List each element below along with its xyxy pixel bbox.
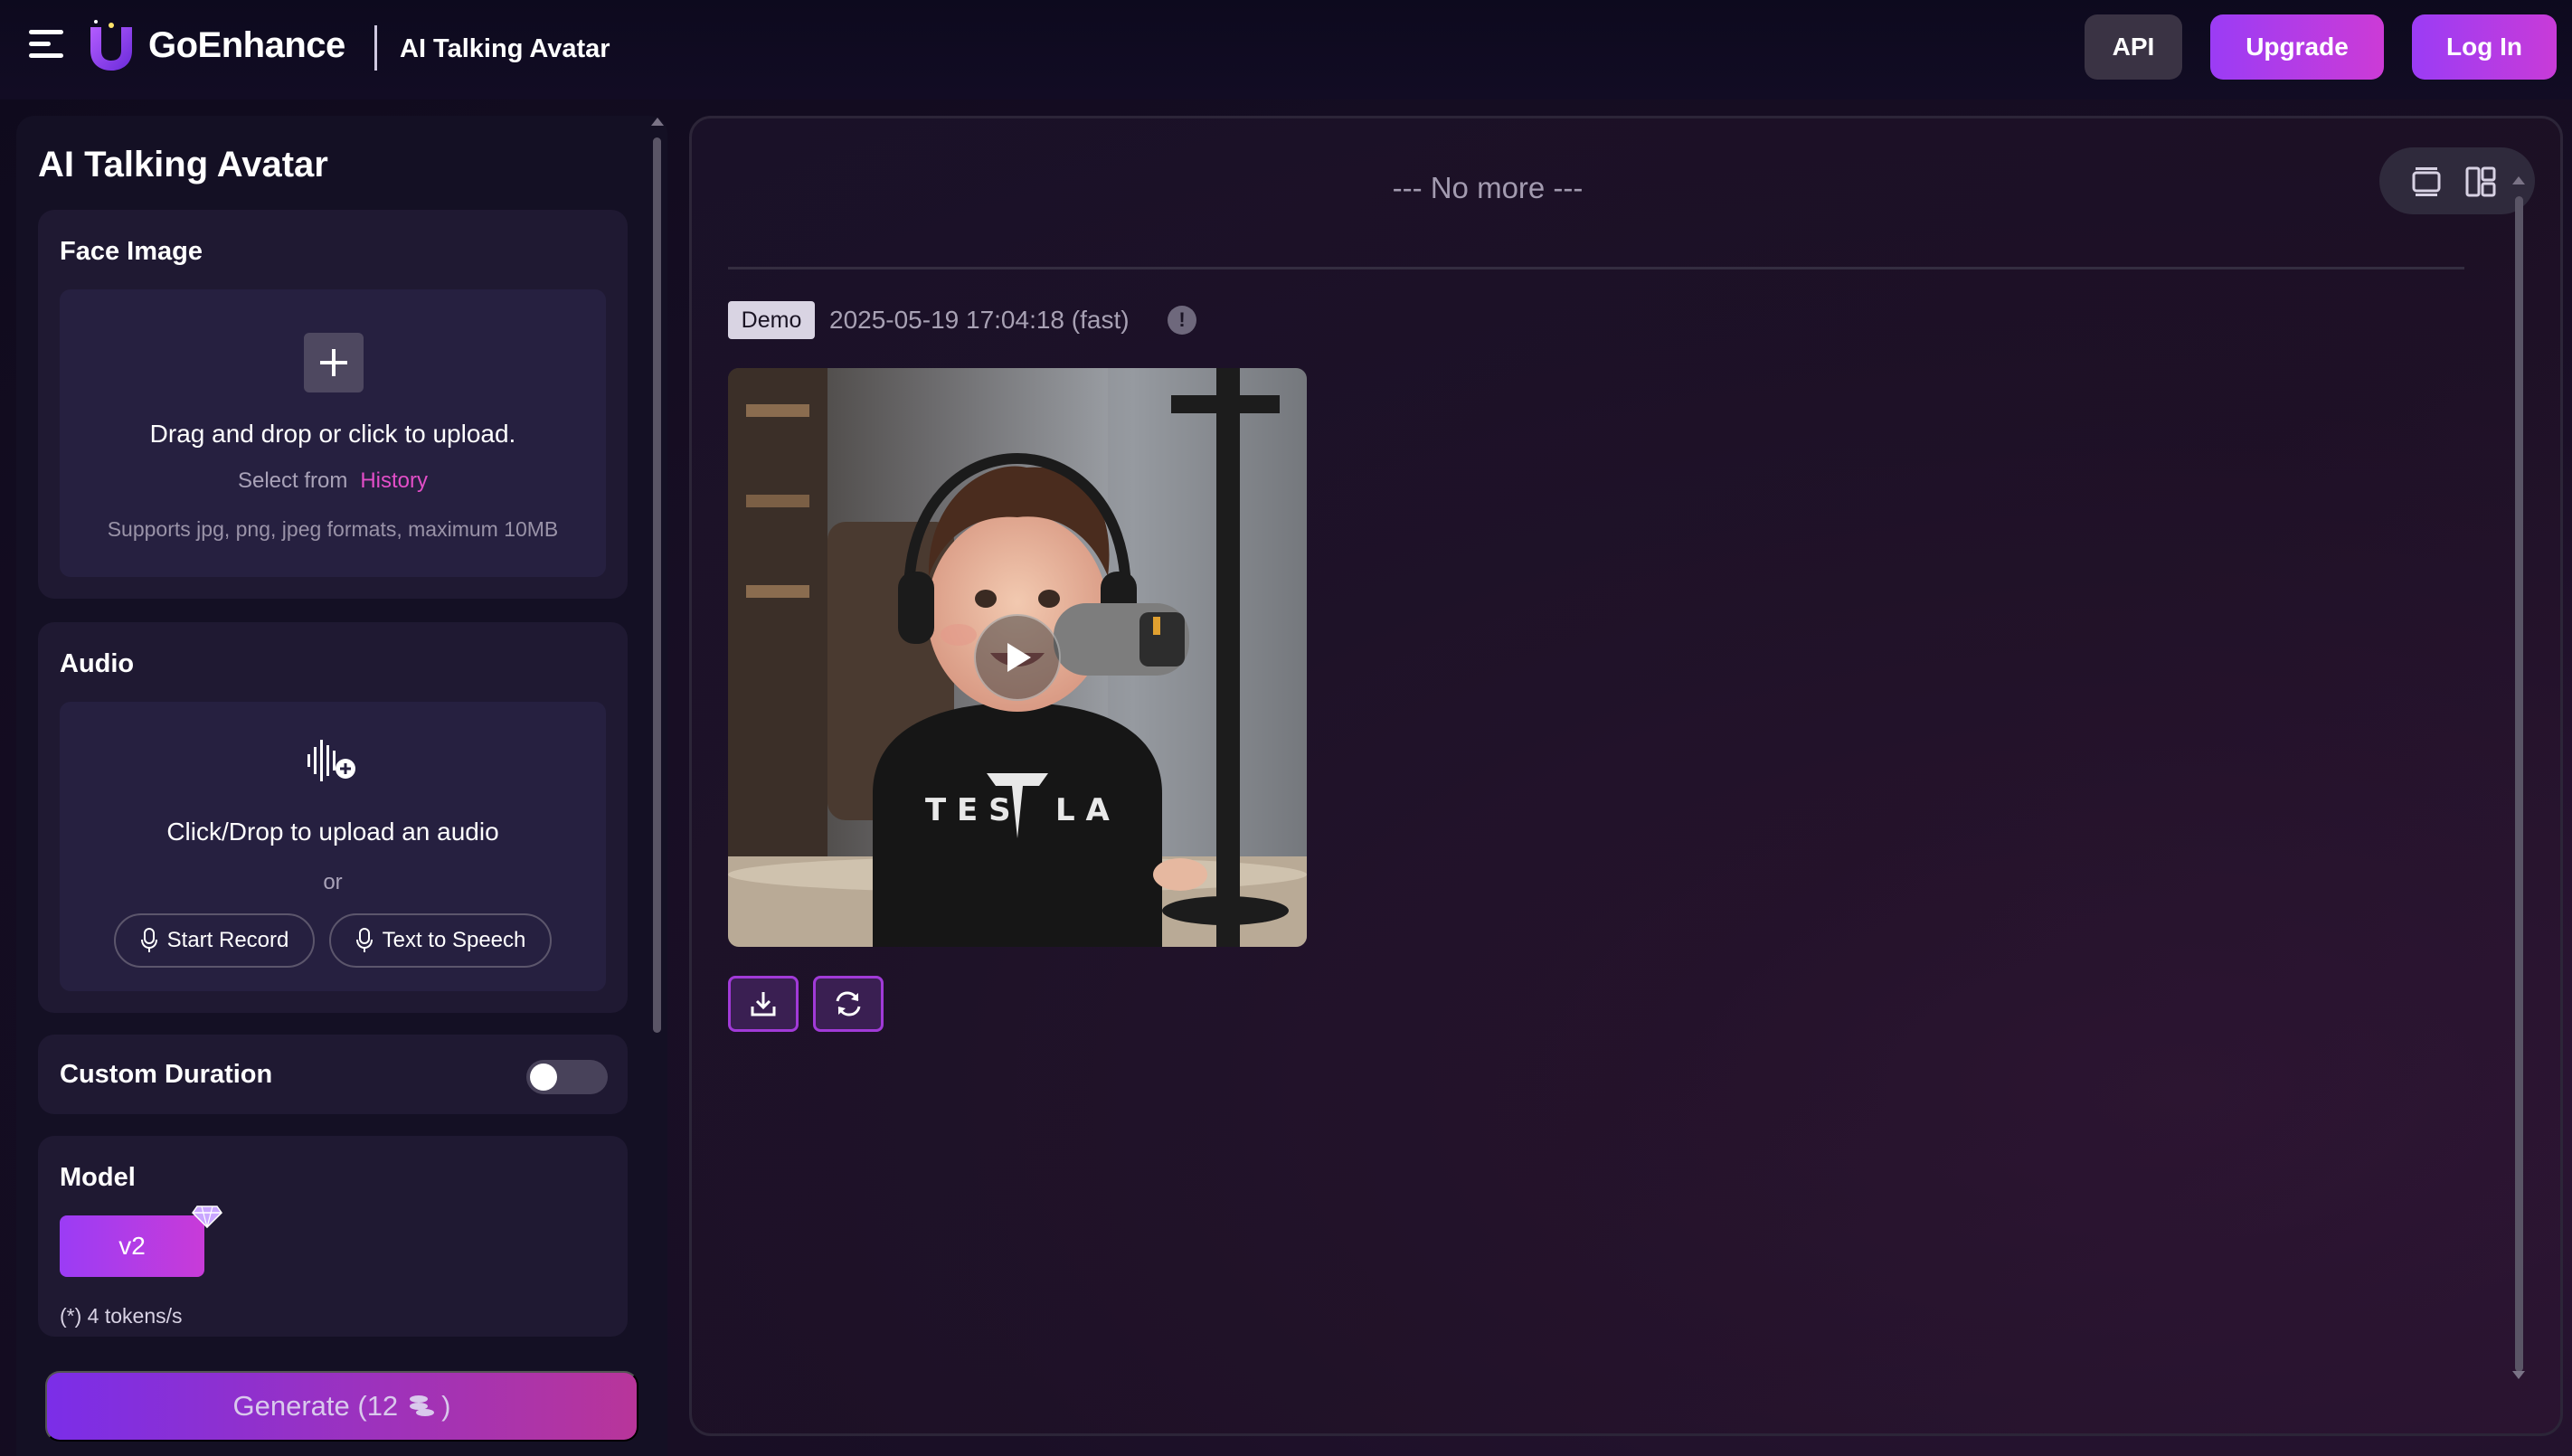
custom-duration-title: Custom Duration bbox=[60, 1060, 273, 1089]
or-separator: or bbox=[323, 870, 343, 894]
diamond-icon bbox=[192, 1205, 222, 1228]
regenerate-button[interactable] bbox=[813, 976, 884, 1032]
face-image-dropzone[interactable]: Drag and drop or click to upload. Select… bbox=[60, 289, 606, 577]
brand-name[interactable]: GoEnhance bbox=[148, 25, 345, 66]
play-icon[interactable] bbox=[974, 614, 1061, 701]
single-view-icon[interactable] bbox=[2410, 165, 2443, 198]
model-title: Model bbox=[60, 1163, 136, 1192]
goenhance-logo-icon[interactable] bbox=[83, 18, 139, 74]
generate-label: Generate (12 bbox=[232, 1390, 399, 1422]
result-timestamp: 2025-05-19 17:04:18 (fast) bbox=[829, 306, 1130, 334]
face-image-title: Face Image bbox=[60, 237, 203, 266]
face-image-card: Face Image Drag and drop or click to upl… bbox=[38, 210, 628, 599]
microphone-icon bbox=[140, 928, 157, 952]
face-upload-text: Drag and drop or click to upload. bbox=[149, 420, 516, 448]
toggle-knob bbox=[530, 1064, 557, 1091]
hamburger-menu-icon[interactable] bbox=[29, 30, 63, 64]
audio-title: Audio bbox=[60, 649, 135, 678]
api-button[interactable]: API bbox=[2085, 14, 2182, 80]
page-title: AI Talking Avatar bbox=[400, 34, 610, 63]
info-icon[interactable]: ! bbox=[1168, 306, 1196, 335]
tokens-note: (*) 4 tokens/s bbox=[60, 1304, 183, 1328]
audio-card: Audio Click/Drop to upload an audio or S… bbox=[38, 622, 628, 1013]
top-header: GoEnhance AI Talking Avatar API Upgrade … bbox=[0, 0, 2572, 99]
results-panel: --- No more --- Demo 2025-05-19 17:04:18… bbox=[689, 116, 2563, 1436]
model-v2-button[interactable]: v2 bbox=[60, 1215, 204, 1277]
audio-upload-icon bbox=[307, 740, 355, 781]
microphone-icon bbox=[355, 928, 373, 952]
svg-text:T E S: T E S bbox=[925, 792, 1011, 828]
select-from-label: Select from bbox=[237, 468, 348, 493]
refresh-icon bbox=[836, 991, 861, 1016]
formats-hint: Supports jpg, png, jpeg formats, maximum… bbox=[107, 517, 559, 541]
result-video-thumbnail[interactable]: T E S L A bbox=[728, 368, 1307, 947]
scroll-up-arrow-icon[interactable] bbox=[651, 118, 664, 126]
download-button[interactable] bbox=[728, 976, 799, 1032]
scroll-down-arrow-icon[interactable] bbox=[2512, 1371, 2525, 1379]
audio-upload-text: Click/Drop to upload an audio bbox=[166, 818, 499, 846]
history-link[interactable]: History bbox=[360, 468, 428, 493]
results-divider bbox=[728, 267, 2464, 269]
scroll-up-arrow-icon[interactable] bbox=[2512, 176, 2525, 184]
start-record-button[interactable]: Start Record bbox=[114, 913, 315, 968]
right-scrollbar[interactable] bbox=[2515, 196, 2523, 1372]
select-from-row: Select from History bbox=[60, 468, 606, 494]
svg-text:L A: L A bbox=[1055, 792, 1111, 828]
custom-duration-card: Custom Duration bbox=[38, 1035, 628, 1114]
plus-icon bbox=[304, 333, 364, 392]
no-more-text: --- No more --- bbox=[1392, 171, 1584, 204]
demo-badge: Demo bbox=[728, 301, 815, 339]
generate-suffix: ) bbox=[441, 1390, 451, 1422]
custom-duration-toggle[interactable] bbox=[526, 1060, 608, 1094]
grid-view-icon[interactable] bbox=[2464, 165, 2497, 198]
login-button[interactable]: Log In bbox=[2412, 14, 2557, 80]
text-to-speech-button[interactable]: Text to Speech bbox=[329, 913, 552, 968]
generate-button[interactable]: Generate (12 ) bbox=[45, 1371, 638, 1442]
model-card: Model v2 (*) 4 tokens/s bbox=[38, 1136, 628, 1337]
left-scrollbar[interactable] bbox=[653, 137, 661, 1033]
upgrade-button[interactable]: Upgrade bbox=[2210, 14, 2384, 80]
download-icon bbox=[751, 992, 776, 1016]
header-divider bbox=[374, 25, 377, 71]
audio-dropzone[interactable]: Click/Drop to upload an audio or Start R… bbox=[60, 702, 606, 991]
panel-title: AI Talking Avatar bbox=[38, 145, 328, 184]
text-to-speech-label: Text to Speech bbox=[382, 928, 526, 952]
start-record-label: Start Record bbox=[166, 928, 289, 952]
coins-icon bbox=[410, 1395, 435, 1416]
settings-panel: AI Talking Avatar Face Image Drag and dr… bbox=[16, 116, 667, 1456]
